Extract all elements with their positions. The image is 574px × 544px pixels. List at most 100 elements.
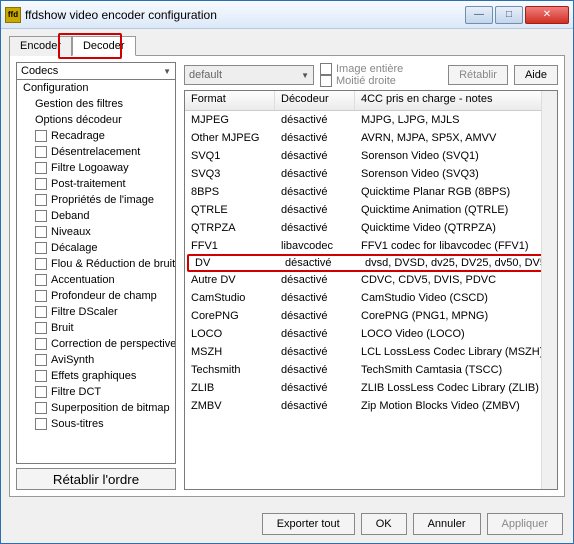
cell-c3: CamStudio Video (CSCD) — [355, 292, 557, 304]
cell-c3: CorePNG (PNG1, MPNG) — [355, 310, 557, 322]
tree-item[interactable]: Filtre DCT — [17, 384, 175, 400]
table-row[interactable]: CamStudiodésactivéCamStudio Video (CSCD) — [185, 289, 557, 307]
minimize-button[interactable]: — — [465, 6, 493, 24]
checkbox[interactable] — [320, 75, 332, 87]
col-notes[interactable]: 4CC pris en charge - notes — [355, 91, 557, 110]
tree-item[interactable]: Superposition de bitmap — [17, 400, 175, 416]
tree-item[interactable]: Accentuation — [17, 272, 175, 288]
tree-item-label: Correction de perspective — [51, 338, 176, 350]
checkbox[interactable] — [35, 226, 47, 238]
checkbox[interactable] — [35, 354, 47, 366]
tree-item[interactable]: AviSynth — [17, 352, 175, 368]
cell-c3: Sorenson Video (SVQ1) — [355, 150, 557, 162]
checkbox[interactable] — [35, 162, 47, 174]
export-all-button[interactable]: Exporter tout — [262, 513, 355, 535]
codec-grid[interactable]: Format Décodeur 4CC pris en charge - not… — [184, 90, 558, 490]
checkbox[interactable] — [35, 130, 47, 142]
tree-item-label: Options décodeur — [35, 114, 122, 126]
tree-item[interactable]: Profondeur de champ — [17, 288, 175, 304]
tree-header[interactable]: Codecs ▼ — [16, 62, 176, 80]
help-button[interactable]: Aide — [514, 65, 558, 85]
tree-item[interactable]: Bruit — [17, 320, 175, 336]
chevron-down-icon: ▼ — [301, 71, 309, 80]
checkbox[interactable] — [35, 242, 47, 254]
checkbox[interactable] — [35, 290, 47, 302]
checkbox[interactable] — [35, 322, 47, 334]
tree-item[interactable]: Effets graphiques — [17, 368, 175, 384]
checkbox[interactable] — [35, 258, 47, 270]
tree-item[interactable]: Flou & Réduction de bruit — [17, 256, 175, 272]
apply-button[interactable]: Appliquer — [487, 513, 563, 535]
cell-c1: SVQ1 — [185, 150, 275, 162]
table-row[interactable]: CorePNGdésactivéCorePNG (PNG1, MPNG) — [185, 307, 557, 325]
table-row[interactable]: QTRLEdésactivéQuicktime Animation (QTRLE… — [185, 201, 557, 219]
cell-c1: FFV1 — [185, 240, 275, 252]
cell-c2: désactivé — [275, 186, 355, 198]
ok-button[interactable]: OK — [361, 513, 407, 535]
tree-item-label: Effets graphiques — [51, 370, 136, 382]
checkbox[interactable] — [35, 338, 47, 350]
table-row[interactable]: FFV1libavcodecFFV1 codec for libavcodec … — [185, 237, 557, 255]
checkbox[interactable] — [35, 418, 47, 430]
tree-item-label: Profondeur de champ — [51, 290, 157, 302]
restore-order-button[interactable]: Rétablir l'ordre — [16, 468, 176, 490]
tab-decoder[interactable]: Decoder — [72, 36, 136, 56]
cell-c1: CamStudio — [185, 292, 275, 304]
close-button[interactable]: ✕ — [525, 6, 569, 24]
tree-item[interactable]: Filtre DScaler — [17, 304, 175, 320]
tab-encoder[interactable]: Encoder — [9, 36, 72, 56]
tree-item[interactable]: Désentrelacement — [17, 144, 175, 160]
cell-c1: LOCO — [185, 328, 275, 340]
tree-item[interactable]: Options décodeur — [17, 112, 175, 128]
table-row[interactable]: Autre DVdésactivéCDVC, CDV5, DVIS, PDVC — [185, 271, 557, 289]
preset-dropdown[interactable]: default ▼ — [184, 65, 314, 85]
table-row[interactable]: LOCOdésactivéLOCO Video (LOCO) — [185, 325, 557, 343]
tree-item[interactable]: Filtre Logoaway — [17, 160, 175, 176]
cell-c2: désactivé — [279, 257, 359, 269]
tree-item[interactable]: Correction de perspective — [17, 336, 175, 352]
col-decoder[interactable]: Décodeur — [275, 91, 355, 110]
checkbox[interactable] — [35, 386, 47, 398]
filter-tree[interactable]: ConfigurationGestion des filtres Options … — [16, 80, 176, 464]
tree-item-label: Recadrage — [51, 130, 105, 142]
maximize-button[interactable]: □ — [495, 6, 523, 24]
tree-item[interactable]: Recadrage — [17, 128, 175, 144]
tree-item[interactable]: Sous-titres — [17, 416, 175, 432]
table-row[interactable]: TechsmithdésactivéTechSmith Camtasia (TS… — [185, 361, 557, 379]
col-format[interactable]: Format — [185, 91, 275, 110]
table-row[interactable]: DVdésactivédvsd, DVSD, dv25, DV25, dv50,… — [187, 254, 555, 272]
tree-item[interactable]: Deband — [17, 208, 175, 224]
table-row[interactable]: MSZHdésactivéLCL LossLess Codec Library … — [185, 343, 557, 361]
tree-item[interactable]: Décalage — [17, 240, 175, 256]
tree-item[interactable]: Gestion des filtres — [17, 96, 175, 112]
tree-item[interactable]: Propriétés de l'image — [17, 192, 175, 208]
cell-c3: Quicktime Animation (QTRLE) — [355, 204, 557, 216]
checkbox[interactable] — [35, 194, 47, 206]
table-row[interactable]: ZMBVdésactivéZip Motion Blocks Video (ZM… — [185, 397, 557, 415]
table-row[interactable]: MJPEGdésactivéMJPG, LJPG, MJLS — [185, 111, 557, 129]
tree-item[interactable]: Configuration — [17, 80, 175, 96]
table-row[interactable]: 8BPSdésactivéQuicktime Planar RGB (8BPS) — [185, 183, 557, 201]
checkbox[interactable] — [35, 370, 47, 382]
cancel-button[interactable]: Annuler — [413, 513, 481, 535]
table-row[interactable]: Other MJPEGdésactivéAVRN, MJPA, SP5X, AM… — [185, 129, 557, 147]
reset-button[interactable]: Rétablir — [448, 65, 508, 85]
checkbox[interactable] — [35, 402, 47, 414]
table-row[interactable]: SVQ3désactivéSorenson Video (SVQ3) — [185, 165, 557, 183]
cell-c2: désactivé — [275, 310, 355, 322]
checkbox[interactable] — [35, 178, 47, 190]
checkbox[interactable] — [35, 274, 47, 286]
tree-item[interactable]: Post-traitement — [17, 176, 175, 192]
checkbox[interactable] — [320, 63, 332, 75]
cell-c1: ZMBV — [185, 400, 275, 412]
table-row[interactable]: ZLIBdésactivéZLIB LossLess Codec Library… — [185, 379, 557, 397]
checkbox[interactable] — [35, 146, 47, 158]
table-row[interactable]: QTRPZAdésactivéQuicktime Video (QTRPZA) — [185, 219, 557, 237]
checkbox[interactable] — [35, 210, 47, 222]
vertical-scrollbar[interactable] — [541, 91, 557, 489]
checkbox[interactable] — [35, 306, 47, 318]
cell-c2: désactivé — [275, 346, 355, 358]
tree-item[interactable]: Niveaux — [17, 224, 175, 240]
table-row[interactable]: SVQ1désactivéSorenson Video (SVQ1) — [185, 147, 557, 165]
opt-half-right: Moitié droite — [336, 75, 396, 87]
